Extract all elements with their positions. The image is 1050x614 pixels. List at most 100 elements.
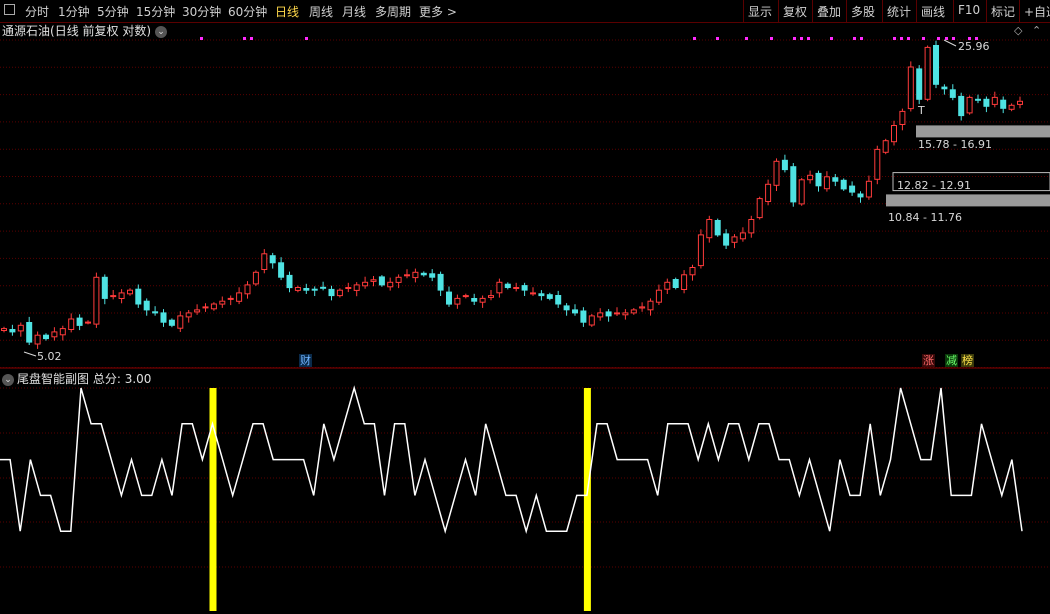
period-tab-10[interactable]: 更多 > bbox=[419, 3, 457, 20]
candle bbox=[865, 175, 872, 200]
candle bbox=[345, 282, 352, 293]
tool-button-4[interactable]: 统计 bbox=[887, 3, 911, 20]
candle bbox=[630, 308, 637, 315]
candle bbox=[269, 252, 276, 269]
candle bbox=[420, 271, 427, 277]
candle bbox=[168, 318, 175, 328]
candle bbox=[907, 61, 914, 112]
candle bbox=[210, 302, 217, 311]
candle bbox=[639, 302, 646, 312]
period-tab-6[interactable]: 日线 bbox=[275, 3, 299, 20]
period-tab-5[interactable]: 60分钟 bbox=[228, 3, 267, 20]
period-tab-9[interactable]: 多周期 bbox=[375, 3, 411, 20]
candle bbox=[135, 284, 142, 308]
candle bbox=[1000, 96, 1007, 114]
period-tab-3[interactable]: 15分钟 bbox=[136, 3, 175, 20]
period-tab-1[interactable]: 1分钟 bbox=[58, 3, 90, 20]
candle bbox=[303, 283, 310, 294]
chart-mode[interactable]: (日线 前复权 对数) bbox=[50, 24, 151, 38]
dropdown-icon[interactable]: ⌄ bbox=[155, 25, 168, 38]
panel-toggle-icon[interactable] bbox=[4, 4, 15, 15]
candle bbox=[739, 227, 746, 242]
toolbar-separator bbox=[986, 0, 987, 22]
period-tab-8[interactable]: 月线 bbox=[342, 3, 366, 20]
signal-dot bbox=[250, 37, 253, 40]
candle bbox=[227, 295, 234, 306]
candle bbox=[370, 276, 377, 287]
candle bbox=[412, 268, 419, 283]
candle bbox=[706, 215, 713, 243]
ranking-badge[interactable]: 榜 bbox=[961, 354, 974, 367]
signal-dot bbox=[770, 37, 773, 40]
signal-bar bbox=[209, 388, 217, 611]
reduce-badge[interactable]: 减 bbox=[945, 354, 958, 367]
candle bbox=[681, 270, 688, 294]
signal-dot bbox=[853, 37, 856, 40]
candle bbox=[622, 309, 629, 320]
tool-button-8[interactable]: +自选 bbox=[1024, 3, 1050, 20]
candle bbox=[882, 138, 889, 155]
candle bbox=[655, 284, 662, 305]
candle bbox=[723, 229, 730, 249]
toolbar-separator bbox=[743, 0, 744, 22]
tool-button-5[interactable]: 画线 bbox=[921, 3, 945, 20]
score-label: 总分: bbox=[92, 372, 121, 386]
period-tab-7[interactable]: 周线 bbox=[309, 3, 333, 20]
candle bbox=[496, 278, 503, 298]
candle bbox=[991, 91, 998, 108]
candle bbox=[404, 269, 410, 279]
limit-up-badge[interactable]: 涨 bbox=[922, 354, 935, 367]
candle bbox=[85, 320, 91, 325]
signal-dot bbox=[937, 37, 940, 40]
chart-title: 通源石油(日线 前复权 对数) ⌄ bbox=[2, 22, 168, 39]
finance-badge[interactable]: 财 bbox=[299, 354, 312, 367]
candle bbox=[840, 178, 847, 191]
candle bbox=[286, 271, 293, 293]
candle bbox=[765, 179, 772, 206]
zone-3 bbox=[886, 194, 1050, 207]
stock-name[interactable]: 通源石油 bbox=[2, 24, 50, 38]
candle bbox=[51, 327, 58, 341]
chart-canvas[interactable]: 25.96 5.02 15.78 - 16.91 12.82 - 12.91 10.84… bbox=[0, 0, 1050, 614]
period-tab-2[interactable]: 5分钟 bbox=[97, 3, 129, 20]
candle bbox=[614, 307, 620, 316]
candle bbox=[949, 84, 956, 101]
tool-button-6[interactable]: F10 bbox=[958, 3, 980, 17]
tool-button-3[interactable]: 多股 bbox=[851, 3, 875, 20]
toolbar-separator bbox=[916, 0, 917, 22]
tool-button-0[interactable]: 显示 bbox=[748, 3, 772, 20]
candle bbox=[689, 264, 696, 281]
signal-dot bbox=[952, 37, 955, 40]
signal-dot bbox=[830, 37, 833, 40]
sub-indicator-line bbox=[0, 385, 1023, 611]
candle bbox=[530, 287, 536, 296]
candle bbox=[672, 277, 679, 290]
candle bbox=[93, 272, 100, 328]
candle bbox=[748, 215, 755, 238]
candle bbox=[446, 286, 452, 307]
candle bbox=[1008, 103, 1015, 112]
signal-dot bbox=[922, 37, 925, 40]
candle bbox=[471, 293, 478, 305]
diamond-icon[interactable]: ◇ bbox=[1014, 24, 1022, 37]
low-price-label: 5.02 bbox=[37, 350, 62, 363]
candle bbox=[110, 290, 117, 300]
tool-button-2[interactable]: 叠加 bbox=[817, 3, 841, 20]
period-tab-4[interactable]: 30分钟 bbox=[182, 3, 221, 20]
candle bbox=[34, 331, 41, 349]
tool-button-1[interactable]: 复权 bbox=[783, 3, 807, 20]
sub-indicator-name[interactable]: 尾盘智能副图 bbox=[17, 372, 89, 386]
signal-dot bbox=[716, 37, 719, 40]
candle bbox=[244, 281, 251, 299]
period-tab-0[interactable]: 分时 bbox=[25, 3, 49, 20]
sub-dropdown-icon[interactable]: ⌄ bbox=[2, 373, 14, 386]
candle bbox=[9, 324, 16, 336]
candle bbox=[815, 170, 822, 192]
candle bbox=[697, 229, 704, 269]
candle bbox=[185, 310, 192, 323]
signal-bar bbox=[583, 388, 591, 611]
tool-button-7[interactable]: 标记 bbox=[991, 3, 1015, 20]
candle bbox=[101, 274, 108, 305]
collapse-icon[interactable]: ⌃ bbox=[1032, 24, 1041, 37]
candle bbox=[17, 322, 24, 337]
